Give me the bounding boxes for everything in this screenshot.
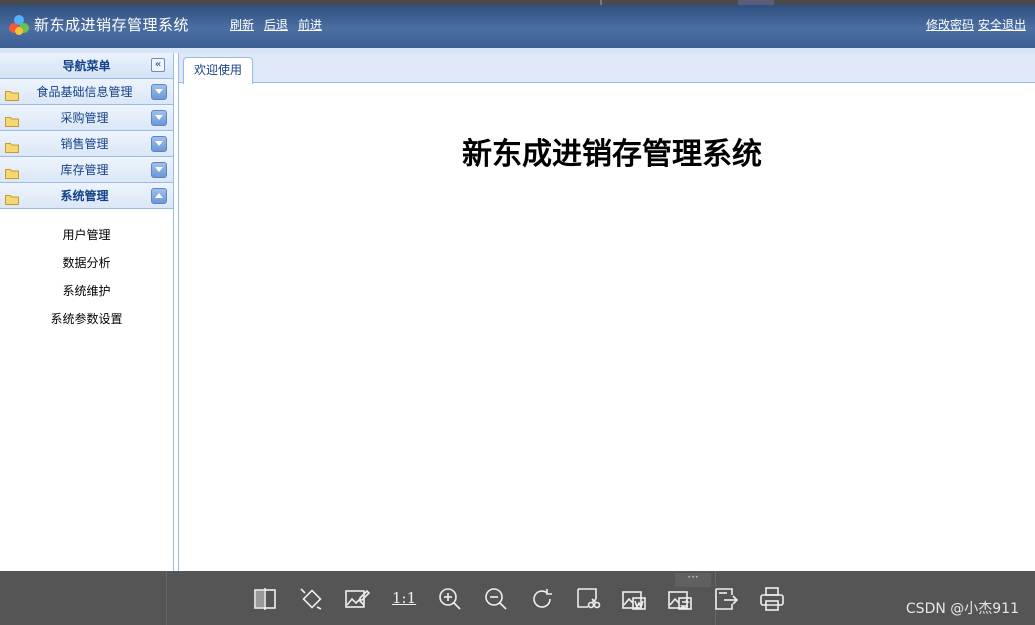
main-content: 欢迎使用 新东成进销存管理系统 bbox=[178, 53, 1035, 571]
chevron-down-icon[interactable] bbox=[151, 162, 167, 178]
sidebar: 导航菜单 « 食品基础信息管理 采购管理 销售管理 库存管理 系统管理 用户管理… bbox=[0, 53, 174, 571]
chevron-down-icon[interactable] bbox=[151, 136, 167, 152]
tab-welcome[interactable]: 欢迎使用 bbox=[183, 57, 253, 84]
chevron-down-icon[interactable] bbox=[151, 110, 167, 126]
magic-wand-icon[interactable] bbox=[298, 586, 324, 612]
sidebar-title: 导航菜单 bbox=[62, 59, 111, 73]
sidebar-header: 导航菜单 « bbox=[0, 53, 173, 79]
compare-icon[interactable] bbox=[252, 586, 278, 612]
chevron-down-icon[interactable] bbox=[151, 84, 167, 100]
sidebar-item-inventory[interactable]: 库存管理 bbox=[0, 157, 173, 183]
logout-link[interactable]: 安全退出 bbox=[978, 16, 1026, 33]
back-link[interactable]: 后退 bbox=[264, 16, 288, 33]
sidebar-item-sales[interactable]: 销售管理 bbox=[0, 131, 173, 157]
sidebar-item-system[interactable]: 系统管理 bbox=[0, 183, 173, 209]
image-convert-icon[interactable] bbox=[667, 586, 693, 612]
sidebar-item-purchase[interactable]: 采购管理 bbox=[0, 105, 173, 131]
app-header: 新东成进销存管理系统 刷新 后退 前进 修改密码 安全退出 bbox=[0, 5, 1035, 48]
print-icon[interactable] bbox=[759, 586, 785, 612]
sidebar-item-label: 系统管理 bbox=[60, 189, 109, 203]
sidebar-item-food-info[interactable]: 食品基础信息管理 bbox=[0, 79, 173, 105]
folder-icon bbox=[5, 112, 19, 131]
sidebar-item-label: 库存管理 bbox=[60, 163, 109, 177]
forward-link[interactable]: 前进 bbox=[298, 16, 322, 33]
image-text-icon[interactable] bbox=[621, 586, 647, 612]
actual-size-button[interactable]: 1:1 bbox=[392, 589, 416, 607]
sidebar-item-label: 采购管理 bbox=[60, 111, 109, 125]
folder-icon bbox=[5, 164, 19, 183]
chevron-up-icon[interactable] bbox=[151, 188, 167, 204]
more-dots[interactable]: ··· bbox=[675, 571, 711, 587]
zoom-out-icon[interactable] bbox=[483, 586, 509, 612]
folder-icon bbox=[5, 138, 19, 157]
rotate-icon[interactable] bbox=[529, 586, 555, 612]
watermark: CSDN @小杰911 bbox=[905, 601, 1019, 617]
tab-strip: 欢迎使用 bbox=[179, 53, 1035, 84]
welcome-heading: 新东成进销存管理系统 bbox=[462, 137, 762, 172]
double-chevron-left-icon[interactable]: « bbox=[151, 58, 165, 72]
save-as-icon[interactable] bbox=[713, 586, 739, 612]
zoom-in-icon[interactable] bbox=[437, 586, 463, 612]
folder-icon bbox=[5, 86, 19, 105]
submenu-system-parameters[interactable]: 系统参数设置 bbox=[0, 308, 173, 336]
folder-icon bbox=[5, 190, 19, 209]
sidebar-item-label: 销售管理 bbox=[60, 137, 109, 151]
submenu-data-analysis[interactable]: 数据分析 bbox=[0, 252, 173, 280]
refresh-link[interactable]: 刷新 bbox=[230, 16, 254, 33]
system-submenu: 用户管理 数据分析 系统维护 系统参数设置 bbox=[0, 209, 173, 336]
image-viewer-toolbar: ··· 1:1 CSDN @小杰911 bbox=[0, 571, 1035, 625]
sidebar-item-label: 食品基础信息管理 bbox=[36, 85, 133, 99]
submenu-user-management[interactable]: 用户管理 bbox=[0, 224, 173, 252]
app-title: 新东成进销存管理系统 bbox=[34, 16, 190, 34]
crop-icon[interactable] bbox=[575, 586, 601, 612]
app-logo-icon bbox=[8, 14, 30, 36]
edit-image-icon[interactable] bbox=[344, 586, 371, 612]
change-password-link[interactable]: 修改密码 bbox=[926, 16, 974, 33]
submenu-system-maintenance[interactable]: 系统维护 bbox=[0, 280, 173, 308]
